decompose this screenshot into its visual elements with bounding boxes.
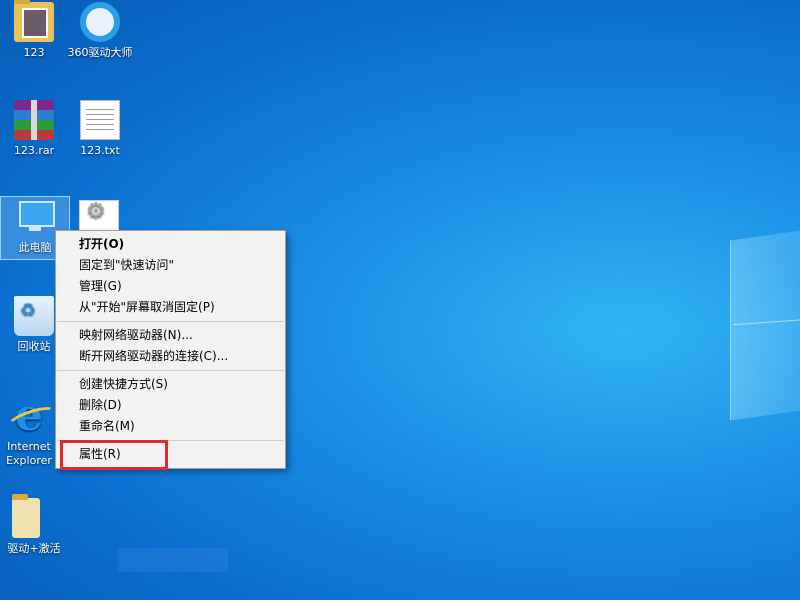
desktop-icon-label: 驱动+激活 — [7, 542, 61, 555]
watermark — [118, 548, 228, 572]
menu-separator — [57, 321, 284, 322]
desktop-icon-label: 360驱动大师 — [67, 46, 133, 59]
desktop-icon-label: Internet Explorer — [6, 440, 52, 467]
desktop-icon-123-folder[interactable]: 123 — [0, 0, 68, 60]
menu-item-create-shortcut[interactable]: 创建快捷方式(S) — [56, 374, 285, 395]
desktop-icon-driver-activation-folder[interactable]: 驱动+激活 — [0, 494, 68, 556]
folder-icon — [14, 0, 54, 42]
desktop-icon-label: 123 — [23, 46, 45, 59]
menu-item-disconnect-network-drive[interactable]: 断开网络驱动器的连接(C)... — [56, 346, 285, 367]
driver-master-icon — [80, 2, 120, 42]
menu-separator — [57, 370, 284, 371]
text-file-icon — [80, 100, 120, 140]
menu-item-pin-quick-access[interactable]: 固定到"快速访问" — [56, 255, 285, 276]
annotation-highlight-box — [60, 440, 168, 470]
menu-item-delete[interactable]: 删除(D) — [56, 395, 285, 416]
menu-item-rename[interactable]: 重命名(M) — [56, 416, 285, 437]
menu-item-manage[interactable]: 管理(G) — [56, 276, 285, 297]
rar-archive-icon — [14, 100, 54, 140]
folder-icon — [12, 494, 40, 538]
menu-item-open[interactable]: 打开(O) — [56, 234, 285, 255]
context-menu: 打开(O) 固定到"快速访问" 管理(G) 从"开始"屏幕取消固定(P) 映射网… — [55, 230, 286, 469]
desktop-icon-360-driver-master[interactable]: 360驱动大师 — [66, 2, 134, 60]
desktop-icon-123-rar[interactable]: 123.rar — [0, 100, 68, 158]
desktop-icon-label: 123.rar — [13, 144, 55, 157]
this-pc-icon — [15, 197, 55, 237]
desktop-icon-internet-explorer[interactable]: e Internet Explorer — [0, 394, 58, 468]
desktop-icon-123-txt[interactable]: 123.txt — [66, 100, 134, 158]
recycle-bin-icon — [14, 296, 54, 336]
menu-item-map-network-drive[interactable]: 映射网络驱动器(N)... — [56, 325, 285, 346]
desktop-icon-label: 123.txt — [80, 144, 120, 157]
menu-item-unpin-start[interactable]: 从"开始"屏幕取消固定(P) — [56, 297, 285, 318]
internet-explorer-icon: e — [9, 394, 49, 438]
